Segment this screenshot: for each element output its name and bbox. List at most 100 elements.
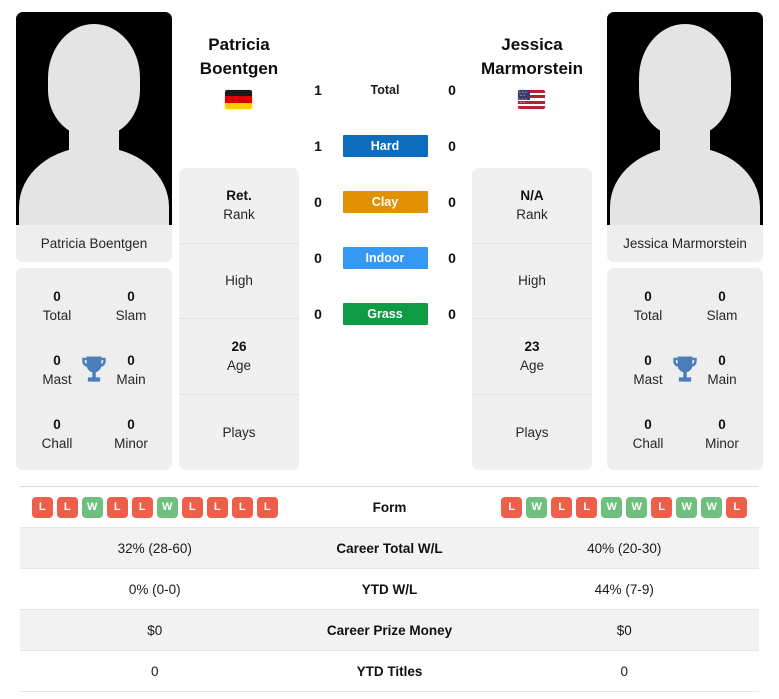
player-avatar-card-left[interactable]: Patricia Boentgen [16, 12, 172, 262]
us-flag-canton: * * * * * * * * * * * * * [518, 90, 530, 108]
titles-mast-value: 0 [644, 352, 652, 368]
titles-card-left: 0 Total 0 Slam 0 Mast 0 Main 0 Chall 0 M… [16, 268, 172, 470]
titles-minor-value: 0 [718, 416, 726, 432]
silhouette-ear-right-icon [691, 90, 704, 116]
de-flag-icon [225, 90, 252, 109]
form-badge-w: W [626, 496, 648, 518]
titles-total-value: 0 [644, 288, 652, 304]
titles-main-left: 0 Main [103, 352, 159, 389]
form-badge-l: L [31, 496, 53, 518]
h2h-left-score: 0 [314, 250, 322, 266]
player-photo-left [16, 12, 172, 225]
h2h-row-indoor: 0 Indoor 0 [305, 230, 465, 286]
titles-chall-value: 0 [644, 416, 652, 432]
player-comparison-header: Patricia Boentgen Jessica Marmorstein 0 … [0, 0, 779, 474]
h2h-row-total: 1 Total 0 [305, 62, 465, 118]
h2h-right-score: 0 [448, 194, 456, 210]
player-name-right[interactable]: Jessica Marmorstein [452, 33, 612, 81]
form-badge-l: L [551, 496, 573, 518]
player-info-card-right: N/A Rank High 23 Age Plays [472, 168, 592, 470]
trophy-icon [673, 356, 697, 382]
stats-row-career-prize-money: $0 Career Prize Money $0 [20, 610, 759, 651]
rank-value: Ret. [226, 187, 252, 203]
player-photo-caption-left: Patricia Boentgen [16, 225, 172, 262]
titles-total-label: Total [633, 307, 663, 323]
stats-label-form: Form [372, 499, 407, 515]
titles-row: 0 Mast 0 Main [16, 338, 172, 402]
stats-value-right: 0 [620, 663, 628, 679]
silhouette-head-icon [48, 24, 140, 136]
head-to-head-surface-column: 1 Total 0 1 Hard 0 0 Clay 0 0 Indoor 0 0… [305, 62, 465, 342]
titles-row: 0 Mast 0 Main [607, 338, 763, 402]
silhouette-ear-right-icon [100, 90, 113, 116]
titles-main-value: 0 [127, 352, 135, 368]
player-last-name-left: Boentgen [199, 59, 279, 78]
stats-row-ytd-titles: 0 YTD Titles 0 [20, 651, 759, 692]
info-row-high-right: High [472, 244, 592, 319]
age-label: Age [519, 357, 545, 373]
info-row-plays-right: Plays [472, 395, 592, 471]
titles-mast-label: Mast [42, 371, 72, 387]
info-row-rank-right: N/A Rank [472, 168, 592, 244]
h2h-row-grass: 0 Grass 0 [305, 286, 465, 342]
titles-minor-right: 0 Minor [694, 416, 750, 453]
rank-label: Rank [516, 206, 548, 222]
titles-chall-value: 0 [53, 416, 61, 432]
stats-label: Career Prize Money [326, 622, 453, 638]
rank-value: N/A [520, 187, 544, 203]
silhouette-ear-left-icon [75, 90, 88, 116]
rank-label: Rank [223, 206, 255, 222]
info-row-age-left: 26 Age [179, 319, 299, 395]
titles-mast-label: Mast [633, 371, 663, 387]
titles-chall-label: Chall [632, 435, 664, 451]
stats-label: Career Total W/L [336, 540, 443, 556]
player-photo-caption-right: Jessica Marmorstein [607, 225, 763, 262]
titles-row: 0 Total 0 Slam [16, 274, 172, 338]
h2h-surface-label-clay[interactable]: Clay [342, 191, 428, 213]
stats-value-right: 40% (20-30) [587, 540, 662, 556]
high-label: High [225, 273, 253, 289]
h2h-surface-label-grass[interactable]: Grass [342, 303, 428, 325]
form-badge-w: W [156, 496, 178, 518]
titles-chall-left: 0 Chall [29, 416, 85, 453]
stats-row-ytd-wl: 0% (0-0) YTD W/L 44% (7-9) [20, 569, 759, 610]
form-badges-right: LWLLWWLWWL [490, 496, 760, 518]
info-row-age-right: 23 Age [472, 319, 592, 395]
stats-label: YTD W/L [361, 581, 418, 597]
form-badge-l: L [576, 496, 598, 518]
stats-value-right: $0 [616, 622, 632, 638]
titles-slam-label: Slam [706, 307, 738, 323]
titles-mast-value: 0 [53, 352, 61, 368]
h2h-left-score: 1 [314, 82, 322, 98]
form-badge-l: L [651, 496, 673, 518]
player-avatar-card-right[interactable]: Jessica Marmorstein [607, 12, 763, 262]
titles-slam-value: 0 [718, 288, 726, 304]
form-badge-w: W [701, 496, 723, 518]
h2h-left-score: 0 [314, 194, 322, 210]
titles-mast-left: 0 Mast [29, 352, 85, 389]
player-name-left[interactable]: Patricia Boentgen [159, 33, 319, 81]
form-badges-left: LLWLLWLLLL [20, 496, 290, 518]
titles-row: 0 Total 0 Slam [607, 274, 763, 338]
titles-chall-right: 0 Chall [620, 416, 676, 453]
info-row-high-left: High [179, 244, 299, 319]
form-badge-w: W [81, 496, 103, 518]
h2h-surface-label-indoor[interactable]: Indoor [342, 247, 428, 269]
titles-total-label: Total [42, 307, 72, 323]
stats-label: YTD Titles [356, 663, 423, 679]
us-flag-icon: * * * * * * * * * * * * * [518, 90, 545, 109]
stats-value-left: 0 [150, 663, 159, 679]
titles-main-label: Main [116, 371, 146, 387]
h2h-surface-label-hard[interactable]: Hard [342, 135, 428, 157]
h2h-right-score: 0 [448, 138, 456, 154]
form-badge-l: L [231, 496, 253, 518]
titles-total-left: 0 Total [29, 288, 85, 325]
form-badge-w: W [526, 496, 548, 518]
titles-slam-left: 0 Slam [103, 288, 159, 325]
stats-row-career-total-wl: 32% (28-60) Career Total W/L 40% (20-30) [20, 528, 759, 569]
titles-slam-right: 0 Slam [694, 288, 750, 325]
form-badge-l: L [106, 496, 128, 518]
titles-total-right: 0 Total [620, 288, 676, 325]
player-first-name-left: Patricia [208, 35, 270, 54]
player-first-name-right: Jessica [501, 35, 563, 54]
